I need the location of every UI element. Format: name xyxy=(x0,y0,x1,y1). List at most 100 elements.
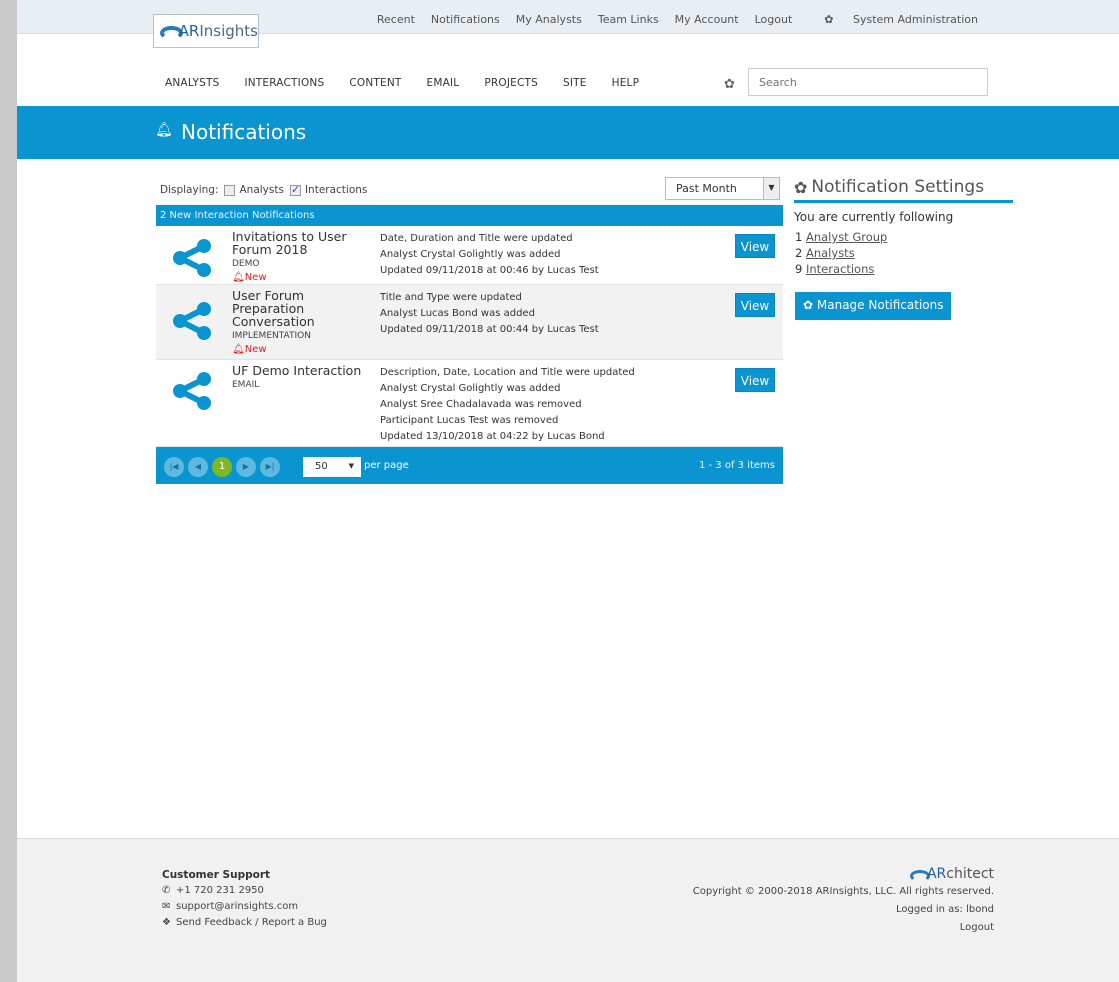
view-button[interactable]: View xyxy=(735,368,775,392)
display-filter-label: Displaying: xyxy=(160,184,219,196)
top-links: Recent Notifications My Analysts Team Li… xyxy=(361,13,978,26)
analysts-checkbox[interactable] xyxy=(224,184,236,196)
following-item: 2 Analysts xyxy=(795,246,855,260)
notification-name: User Forum Preparation Conversation IMPL… xyxy=(232,289,372,356)
bell-icon: 🔔︎ xyxy=(155,122,173,138)
nav-projects[interactable]: PROJECTS xyxy=(484,77,538,89)
footer-logout-link[interactable]: Logout xyxy=(693,919,994,937)
notification-row: Invitations to User Forum 2018 DEMO 🔔︎Ne… xyxy=(156,226,783,285)
interactions-checkbox-label: Interactions xyxy=(304,184,368,196)
view-button[interactable]: View xyxy=(735,234,775,258)
share-icon xyxy=(173,372,211,410)
footer: Customer Support ✆ +1 720 231 2950 ✉ suppo… xyxy=(17,838,1119,982)
new-badge: 🔔︎New xyxy=(232,344,267,355)
notifications-panel: 2 New Interaction Notifications Invitati… xyxy=(156,205,783,484)
following-list: 1 Analyst Group 2 Analysts 9 Interaction… xyxy=(794,229,1013,277)
panel-header: 2 New Interaction Notifications xyxy=(156,205,783,226)
interaction-type: EMAIL xyxy=(232,380,260,390)
notification-settings: ✿ Notification Settings You are currentl… xyxy=(794,177,1013,277)
chevron-down-icon: ▼ xyxy=(763,178,779,199)
detail-line: Analyst Sree Chadalavada was removed xyxy=(380,399,582,410)
next-page-button[interactable]: ▶ xyxy=(236,457,256,477)
search-input[interactable] xyxy=(748,68,988,96)
manage-notifications-button[interactable]: ✿ Manage Notifications xyxy=(795,292,951,320)
notification-details: Description, Date, Location and Title we… xyxy=(380,365,635,445)
interactions-checkbox[interactable] xyxy=(289,183,301,196)
nav-analysts[interactable]: ANALYSTS xyxy=(165,77,219,89)
following-link-analyst-group[interactable]: Analyst Group xyxy=(806,230,887,244)
detail-line: Title and Type were updated xyxy=(380,292,522,303)
top-link-team-links[interactable]: Team Links xyxy=(598,13,659,26)
chevron-down-icon: ▼ xyxy=(348,462,354,470)
gear-icon: ✿ xyxy=(794,177,808,197)
interaction-title[interactable]: User Forum Preparation Conversation xyxy=(232,289,372,328)
nav-interactions[interactable]: INTERACTIONS xyxy=(244,77,324,89)
share-icon xyxy=(173,239,211,277)
view-button[interactable]: View xyxy=(735,293,775,317)
detail-line: Analyst Crystal Golightly was added xyxy=(380,249,561,260)
first-page-button[interactable]: |◀ xyxy=(164,457,184,477)
period-select[interactable]: Past Month ▼ xyxy=(665,177,780,200)
detail-line: Description, Date, Location and Title we… xyxy=(380,367,635,378)
item-range: 1 - 3 of 3 items xyxy=(698,460,775,471)
following-link-interactions[interactable]: Interactions xyxy=(806,262,874,276)
architect-logo: ARchitect xyxy=(693,865,994,883)
analysts-checkbox-label: Analysts xyxy=(239,184,284,196)
new-bell-icon: 🔔︎ xyxy=(232,344,245,355)
logged-in-as: Logged in as: lbond xyxy=(896,904,994,915)
app-frame: Recent Notifications My Analysts Team Li… xyxy=(17,0,1119,982)
detail-line: Analyst Crystal Golightly was added xyxy=(380,383,561,394)
copyright: Copyright © 2000-2018 ARInsights, LLC. A… xyxy=(692,886,994,897)
period-select-value: Past Month xyxy=(676,182,737,195)
arinsights-logo[interactable]: ARInsights xyxy=(153,14,259,48)
nav-site[interactable]: SITE xyxy=(563,77,587,89)
footer-right: ARchitect Copyright © 2000-2018 ARInsigh… xyxy=(693,865,994,937)
customer-support: Customer Support ✆ +1 720 231 2950 ✉ suppo… xyxy=(162,867,327,931)
new-badge: 🔔︎New xyxy=(232,272,267,283)
gear-icon: ✿ xyxy=(824,13,834,26)
envelope-icon: ✉ xyxy=(162,901,171,912)
interaction-type: DEMO xyxy=(232,259,260,269)
top-link-notifications[interactable]: Notifications xyxy=(431,13,500,26)
display-filter: Displaying: Analysts Interactions xyxy=(160,183,368,197)
following-item: 1 Analyst Group xyxy=(795,230,888,244)
top-link-my-analysts[interactable]: My Analysts xyxy=(516,13,582,26)
per-page-value: 50 xyxy=(315,461,328,472)
feedback-icon: ❖ xyxy=(162,917,171,928)
notification-name: Invitations to User Forum 2018 DEMO 🔔︎Ne… xyxy=(232,230,372,284)
notification-details: Date, Duration and Title were updated An… xyxy=(380,231,599,279)
support-email[interactable]: ✉ support@arinsights.com xyxy=(162,899,327,915)
notification-details: Title and Type were updated Analyst Luca… xyxy=(380,290,599,338)
nav-help[interactable]: HELP xyxy=(612,77,640,89)
last-page-button[interactable]: ▶| xyxy=(260,457,280,477)
settings-title: Notification Settings xyxy=(811,177,985,197)
nav-content[interactable]: CONTENT xyxy=(349,77,401,89)
feedback-link[interactable]: ❖ Send Feedback / Report a Bug xyxy=(162,915,327,931)
per-page-select[interactable]: 50 ▼ xyxy=(303,457,361,477)
manage-notifications-label: Manage Notifications xyxy=(816,298,944,312)
page-number-button[interactable]: 1 xyxy=(212,457,232,477)
prev-page-button[interactable]: ◀ xyxy=(188,457,208,477)
settings-gear-icon[interactable]: ✿ xyxy=(724,77,735,92)
new-bell-icon: 🔔︎ xyxy=(232,272,245,283)
top-link-system-administration[interactable]: ✿ System Administration xyxy=(808,13,978,26)
per-page-label: per page xyxy=(364,460,409,471)
interaction-type: IMPLEMENTATION xyxy=(232,331,311,341)
top-link-recent[interactable]: Recent xyxy=(377,13,415,26)
logo-text: ARInsights xyxy=(178,22,258,40)
architect-logo-text: ARchitect xyxy=(926,866,994,882)
interaction-title[interactable]: UF Demo Interaction xyxy=(232,364,372,377)
following-label: You are currently following xyxy=(794,210,954,224)
top-link-logout[interactable]: Logout xyxy=(755,13,793,26)
detail-line: Updated 09/11/2018 at 00:46 by Lucas Tes… xyxy=(380,265,599,276)
share-icon xyxy=(173,302,211,340)
detail-line: Date, Duration and Title were updated xyxy=(380,233,573,244)
interaction-title[interactable]: Invitations to User Forum 2018 xyxy=(232,230,372,256)
detail-line: Updated 13/10/2018 at 04:22 by Lucas Bon… xyxy=(380,431,605,442)
detail-line: Participant Lucas Test was removed xyxy=(380,415,559,426)
following-link-analysts[interactable]: Analysts xyxy=(806,246,855,260)
detail-line: Analyst Lucas Bond was added xyxy=(380,308,535,319)
phone-icon: ✆ xyxy=(162,885,171,896)
nav-email[interactable]: EMAIL xyxy=(427,77,460,89)
top-link-my-account[interactable]: My Account xyxy=(675,13,739,26)
